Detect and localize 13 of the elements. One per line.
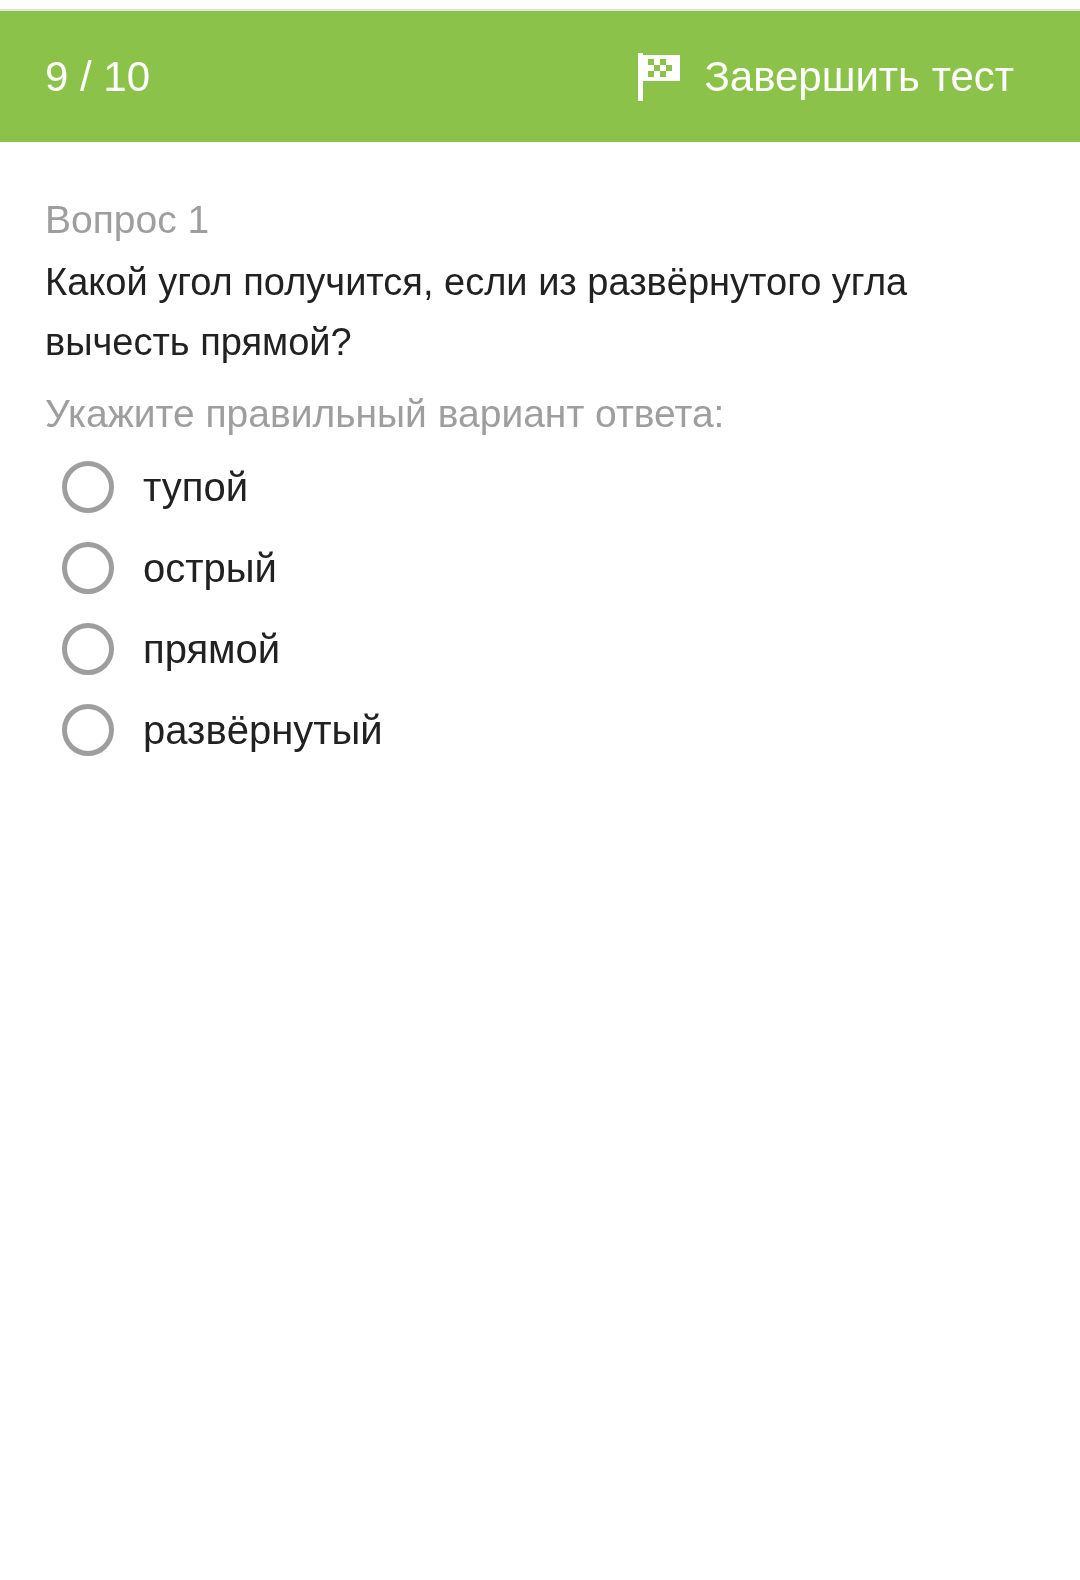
question-text: Какой угол получится, если из развёрнутого угла вычесть прямой? [45,260,909,365]
question-number: Вопрос 1 [45,197,211,243]
radio-button[interactable] [62,704,114,756]
radio-button[interactable] [62,542,114,594]
radio-button[interactable] [62,623,114,675]
checkered-flag-icon [638,52,681,101]
answer-option[interactable]: тупой [45,461,249,513]
question-counter: 9 / 10 [45,52,151,101]
answer-option[interactable]: острый [45,542,277,594]
answer-option[interactable]: прямой [45,623,281,675]
answer-option[interactable]: развёрнутый [45,704,383,756]
radio-button[interactable] [62,461,114,513]
answer-instruction: Укажите правильный вариант ответа: [45,391,726,437]
